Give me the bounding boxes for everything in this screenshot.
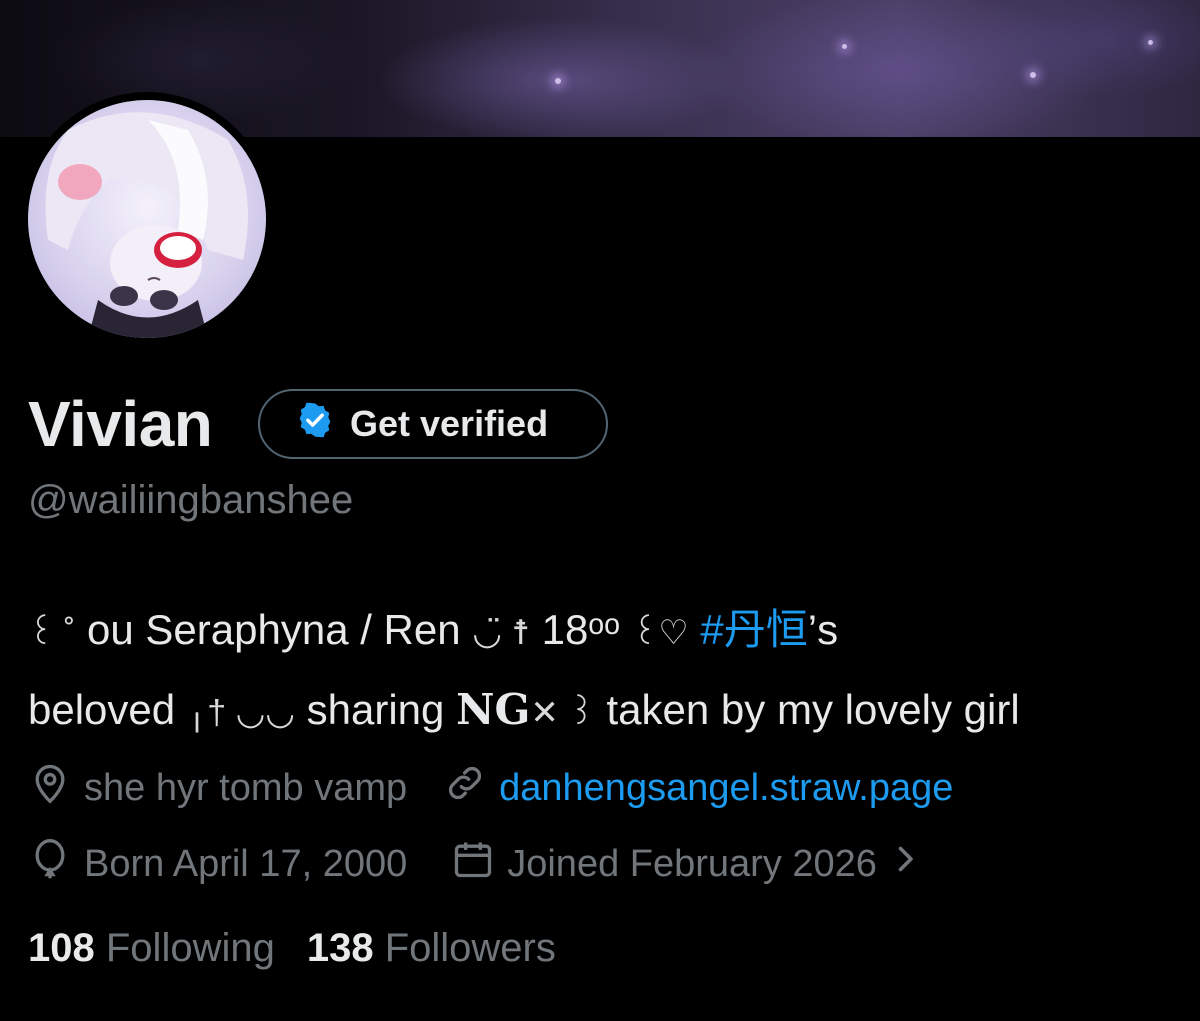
profile-meta-row-2: Born April 17, 2000 Joined February 2026 bbox=[28, 837, 919, 891]
get-verified-button[interactable]: Get verified bbox=[258, 389, 608, 459]
birthday: Born April 17, 2000 bbox=[28, 837, 407, 891]
bio-line-2: beloved ╷† ◡◡ sharing NG✕ ꒱ taken by my … bbox=[28, 670, 1178, 750]
calendar-icon bbox=[451, 837, 495, 891]
followers-count: 138 bbox=[306, 926, 374, 970]
bio-decoration: ꒰ ˚ bbox=[28, 614, 76, 652]
bio: ꒰ ˚ ou Seraphyna / Ren ◡̈ ☨ 18ᵒᵒ ꒰♡ #丹恒’… bbox=[28, 590, 1178, 750]
following-count: 108 bbox=[28, 926, 95, 970]
link-icon bbox=[443, 761, 487, 815]
user-handle: @wailiingbanshee bbox=[28, 478, 354, 522]
bio-text: 18ᵒᵒ bbox=[541, 606, 621, 653]
following-label: Following bbox=[105, 926, 275, 970]
website[interactable]: danhengsangel.straw.page bbox=[443, 761, 953, 815]
bio-text: taken by my lovely girl bbox=[606, 686, 1020, 733]
bio-decoration: ✕ ꒱ bbox=[530, 694, 595, 732]
followers-label: Followers bbox=[384, 926, 556, 970]
bio-decoration: ◡̈ ☨ bbox=[472, 614, 530, 652]
joined-text: Joined February 2026 bbox=[507, 842, 877, 885]
location-icon bbox=[28, 761, 72, 815]
joined-date[interactable]: Joined February 2026 bbox=[451, 837, 919, 891]
hashtag-link[interactable]: #丹恒 bbox=[700, 606, 807, 653]
bio-decoration: ꒰♡ bbox=[631, 614, 689, 652]
chevron-right-icon bbox=[891, 841, 919, 887]
followers-link[interactable]: 138 Followers bbox=[307, 926, 556, 971]
avatar[interactable] bbox=[20, 92, 274, 346]
bio-text: beloved bbox=[28, 686, 176, 733]
profile-meta-row-1: she hyr tomb vamp danhengsangel.straw.pa… bbox=[28, 764, 953, 812]
birthday-text: Born April 17, 2000 bbox=[84, 842, 408, 885]
display-name: Vivian bbox=[28, 388, 213, 460]
bio-line-1: ꒰ ˚ ou Seraphyna / Ren ◡̈ ☨ 18ᵒᵒ ꒰♡ #丹恒’… bbox=[28, 590, 1178, 670]
verified-badge-icon bbox=[296, 401, 334, 448]
location-text: she hyr tomb vamp bbox=[84, 766, 408, 809]
website-link[interactable]: danhengsangel.straw.page bbox=[499, 767, 953, 810]
follow-stats: 108 Following 138 Followers bbox=[28, 926, 556, 971]
bio-text-ng: NG bbox=[456, 685, 531, 734]
birthday-balloon-icon bbox=[28, 837, 72, 891]
bio-text: ou Seraphyna / Ren bbox=[87, 606, 461, 653]
following-link[interactable]: 108 Following bbox=[28, 926, 275, 971]
avatar-image bbox=[28, 100, 266, 338]
location: she hyr tomb vamp bbox=[28, 761, 407, 815]
bio-text: ’s bbox=[807, 606, 839, 653]
bio-decoration: ╷† ◡◡ bbox=[186, 694, 295, 732]
get-verified-label: Get verified bbox=[350, 403, 549, 444]
bio-text: sharing bbox=[306, 686, 445, 733]
